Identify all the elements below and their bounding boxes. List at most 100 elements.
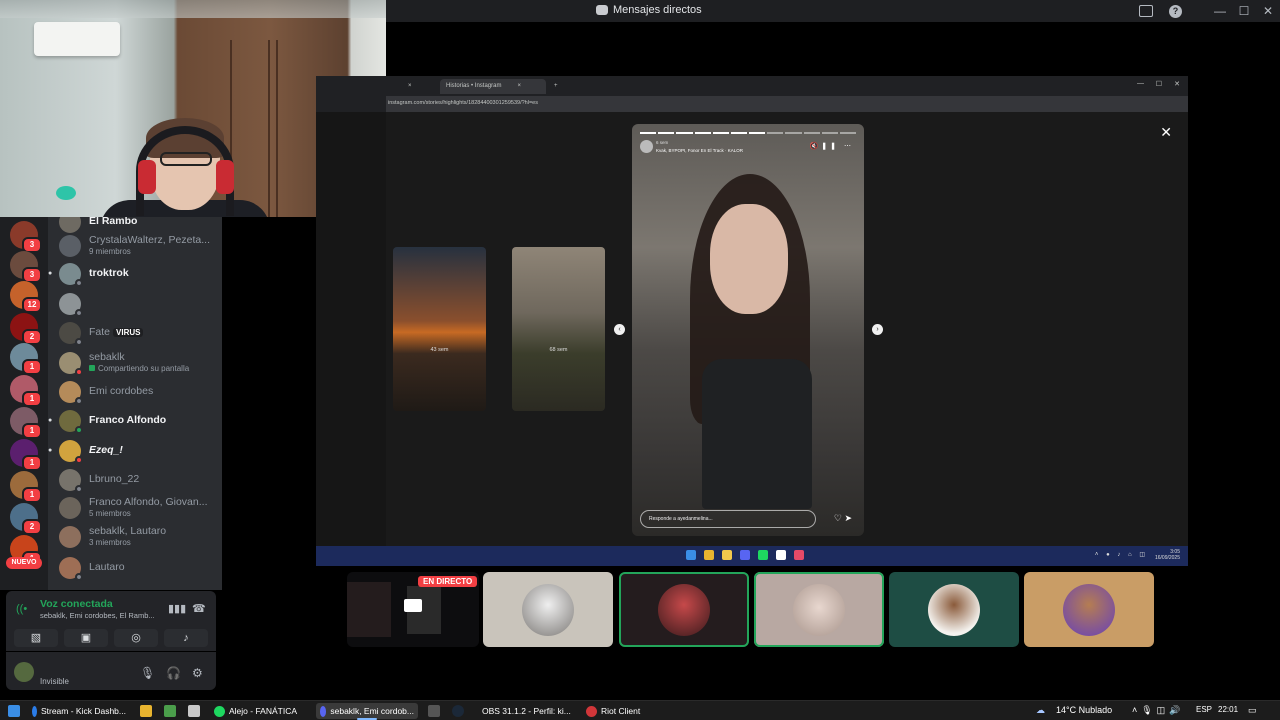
participant-tile[interactable] — [619, 572, 749, 647]
taskbar-item[interactable]: Stream - Kick Dashb... — [28, 703, 130, 719]
start-icon[interactable] — [8, 705, 20, 717]
language[interactable]: ESP — [1196, 705, 1212, 714]
server-icon[interactable]: 1 — [10, 343, 42, 375]
steam-icon[interactable] — [452, 705, 464, 717]
browser-tab-active[interactable]: Historias • Instagram × — [440, 79, 546, 94]
dm-item[interactable]: sebaklk, Lautaro 3 miembros — [48, 524, 222, 550]
bullet-icon: ● — [48, 417, 53, 424]
story-preview[interactable]: 43 sem — [393, 247, 486, 411]
activities-button[interactable]: ◎ — [114, 629, 158, 647]
taskbar-item[interactable]: Alejo - FANÁTICA — [210, 703, 310, 719]
server-icon[interactable]: 1 — [10, 439, 42, 471]
group-avatar — [59, 497, 81, 519]
window-titlebar: Mensajes directos ? — ☐ ✕ — [386, 0, 1280, 22]
dm-item[interactable]: Lautaro — [48, 555, 222, 581]
browser-tab[interactable]: × — [386, 79, 418, 94]
reply-input[interactable]: Responde a ayedanmelina... — [640, 510, 816, 528]
dm-item[interactable]: Lbruno_22 — [48, 467, 222, 493]
voice-connected-panel: ((• Voz conectada sebaklk, Emi cordobes,… — [6, 591, 216, 651]
dm-item[interactable] — [48, 291, 222, 317]
share-screen-button[interactable]: ▣ — [64, 629, 108, 647]
live-badge: EN DIRECTO — [418, 576, 478, 587]
avatar[interactable] — [14, 662, 34, 682]
remote-taskbar: ˄ ● ♪ ⌂ ◫ 3:05 16/09/2025 — [316, 546, 1188, 566]
server-icon[interactable]: 3 — [10, 221, 42, 253]
close-button[interactable]: ✕ — [1256, 4, 1280, 18]
microphone-icon[interactable]: 🎙 — [140, 666, 155, 680]
remote-date: 16/09/2025 — [1154, 555, 1180, 561]
new-badge[interactable]: NUEVO — [6, 557, 42, 569]
clock[interactable]: 22:01 — [1218, 705, 1238, 714]
dm-item[interactable]: sebaklk Compartiendo su pantalla — [48, 350, 222, 376]
bullet-icon: ● — [48, 447, 53, 454]
avatar — [1063, 584, 1115, 636]
close-icon[interactable]: ✕ — [1160, 124, 1172, 141]
instagram-stories: 43 sem 68 sem ‹ 6 sem Kvak, BYPOPI, Fono… — [316, 112, 1188, 546]
main-story[interactable]: 6 sem Kvak, BYPOPI, Fonor En El Track · … — [632, 124, 864, 536]
weather[interactable]: 14°C Nublado — [1056, 705, 1112, 715]
server-icon[interactable]: 1 — [10, 471, 42, 503]
help-icon[interactable]: ? — [1169, 4, 1182, 18]
taskbar-item-active[interactable]: sebaklk, Emi cordob... — [316, 703, 418, 720]
user-panel: Invisible 🎙 🎧 ⚙ — [6, 652, 216, 690]
maximize-button[interactable]: ☐ — [1232, 4, 1256, 18]
server-icon[interactable]: 1 — [10, 407, 42, 439]
taskbar-item[interactable]: OBS 31.1.2 - Perfil: ki... — [474, 703, 574, 719]
minimize-button[interactable]: — — [1208, 4, 1232, 18]
server-icon[interactable]: 12 — [10, 281, 42, 313]
story-preview[interactable]: 68 sem — [512, 247, 605, 411]
dm-item[interactable]: Emi cordobes — [48, 379, 222, 405]
dm-list: El Rambo CrystalaWalterz, Pezeta... 9 mi… — [48, 217, 222, 590]
signal-icon[interactable]: ((• — [16, 603, 27, 615]
dm-item[interactable]: Franco Alfondo, Giovan... 5 miembros — [48, 495, 222, 521]
settings-gear-icon[interactable]: ⚙ — [192, 666, 203, 680]
server-rail: 3 3 12 2 1 1 1 1 1 2 1 — [0, 217, 48, 590]
disconnect-icon[interactable]: ☎ — [192, 602, 206, 615]
notifications-icon[interactable]: ▭ — [1248, 705, 1257, 716]
participant-tile[interactable] — [889, 572, 1019, 647]
avatar — [59, 217, 81, 233]
avatar[interactable] — [640, 140, 653, 153]
taskbar-item[interactable]: Riot Client — [582, 703, 684, 719]
air-conditioner — [34, 22, 120, 56]
screen-share-view[interactable]: × Historias • Instagram × + — ☐ ✕ instagram… — [316, 76, 1188, 566]
taskbar: Stream - Kick Dashb... Alejo - FANÁTICA … — [0, 700, 1280, 720]
monitor-icon — [404, 599, 422, 612]
file-explorer-icon[interactable] — [140, 705, 152, 717]
dm-item[interactable]: Fate VIRUS — [48, 320, 222, 346]
headphones-icon[interactable]: 🎧 — [166, 666, 181, 680]
server-icon[interactable]: 2 — [10, 313, 42, 345]
dm-item[interactable]: ● Franco Alfondo — [48, 408, 222, 434]
camera-off-button[interactable]: ▧ — [14, 629, 58, 647]
participant-tile[interactable] — [754, 572, 884, 647]
server-icon[interactable]: 1 — [10, 375, 42, 407]
server-icon[interactable]: 2 — [10, 503, 42, 535]
soundboard-button[interactable]: ♪ — [164, 629, 208, 647]
store-icon[interactable] — [164, 705, 176, 717]
dm-item[interactable]: ● Ezeq_! — [48, 438, 222, 464]
voice-status[interactable]: Voz conectada — [40, 598, 113, 610]
new-tab-button[interactable]: + — [548, 79, 564, 94]
inbox-icon[interactable] — [1139, 5, 1153, 17]
dm-item[interactable]: ● troktrok — [48, 261, 222, 287]
previous-story-button[interactable]: ‹ — [614, 324, 625, 335]
server-icon[interactable]: 3 — [10, 251, 42, 283]
like-share-icons[interactable]: ♡ ➤ — [834, 513, 852, 524]
participant-tile[interactable] — [483, 572, 613, 647]
discord-icon — [596, 5, 608, 15]
story-controls[interactable]: 🔇❚❚ ⋯ — [810, 142, 854, 150]
noise-suppression-icon[interactable]: ▮▮▮ — [168, 602, 186, 615]
avatar — [793, 584, 845, 636]
server-tag: VIRUS — [113, 328, 144, 337]
participant-tile[interactable] — [1024, 572, 1154, 647]
dm-item[interactable]: CrystalaWalterz, Pezeta... 9 miembros — [48, 233, 222, 259]
group-avatar — [59, 235, 81, 257]
next-story-button[interactable]: › — [872, 324, 883, 335]
terminal-icon[interactable] — [428, 705, 440, 717]
browser-tabbar: × Historias • Instagram × + — ☐ ✕ — [386, 76, 1188, 94]
address-bar[interactable]: instagram.com/stories/highlights/1828440… — [386, 96, 1188, 112]
user-status: Invisible — [40, 677, 69, 686]
group-avatar — [59, 526, 81, 548]
tray-icons[interactable]: ˄🎙◫🔊 — [1132, 705, 1184, 716]
mail-icon[interactable] — [188, 705, 200, 717]
